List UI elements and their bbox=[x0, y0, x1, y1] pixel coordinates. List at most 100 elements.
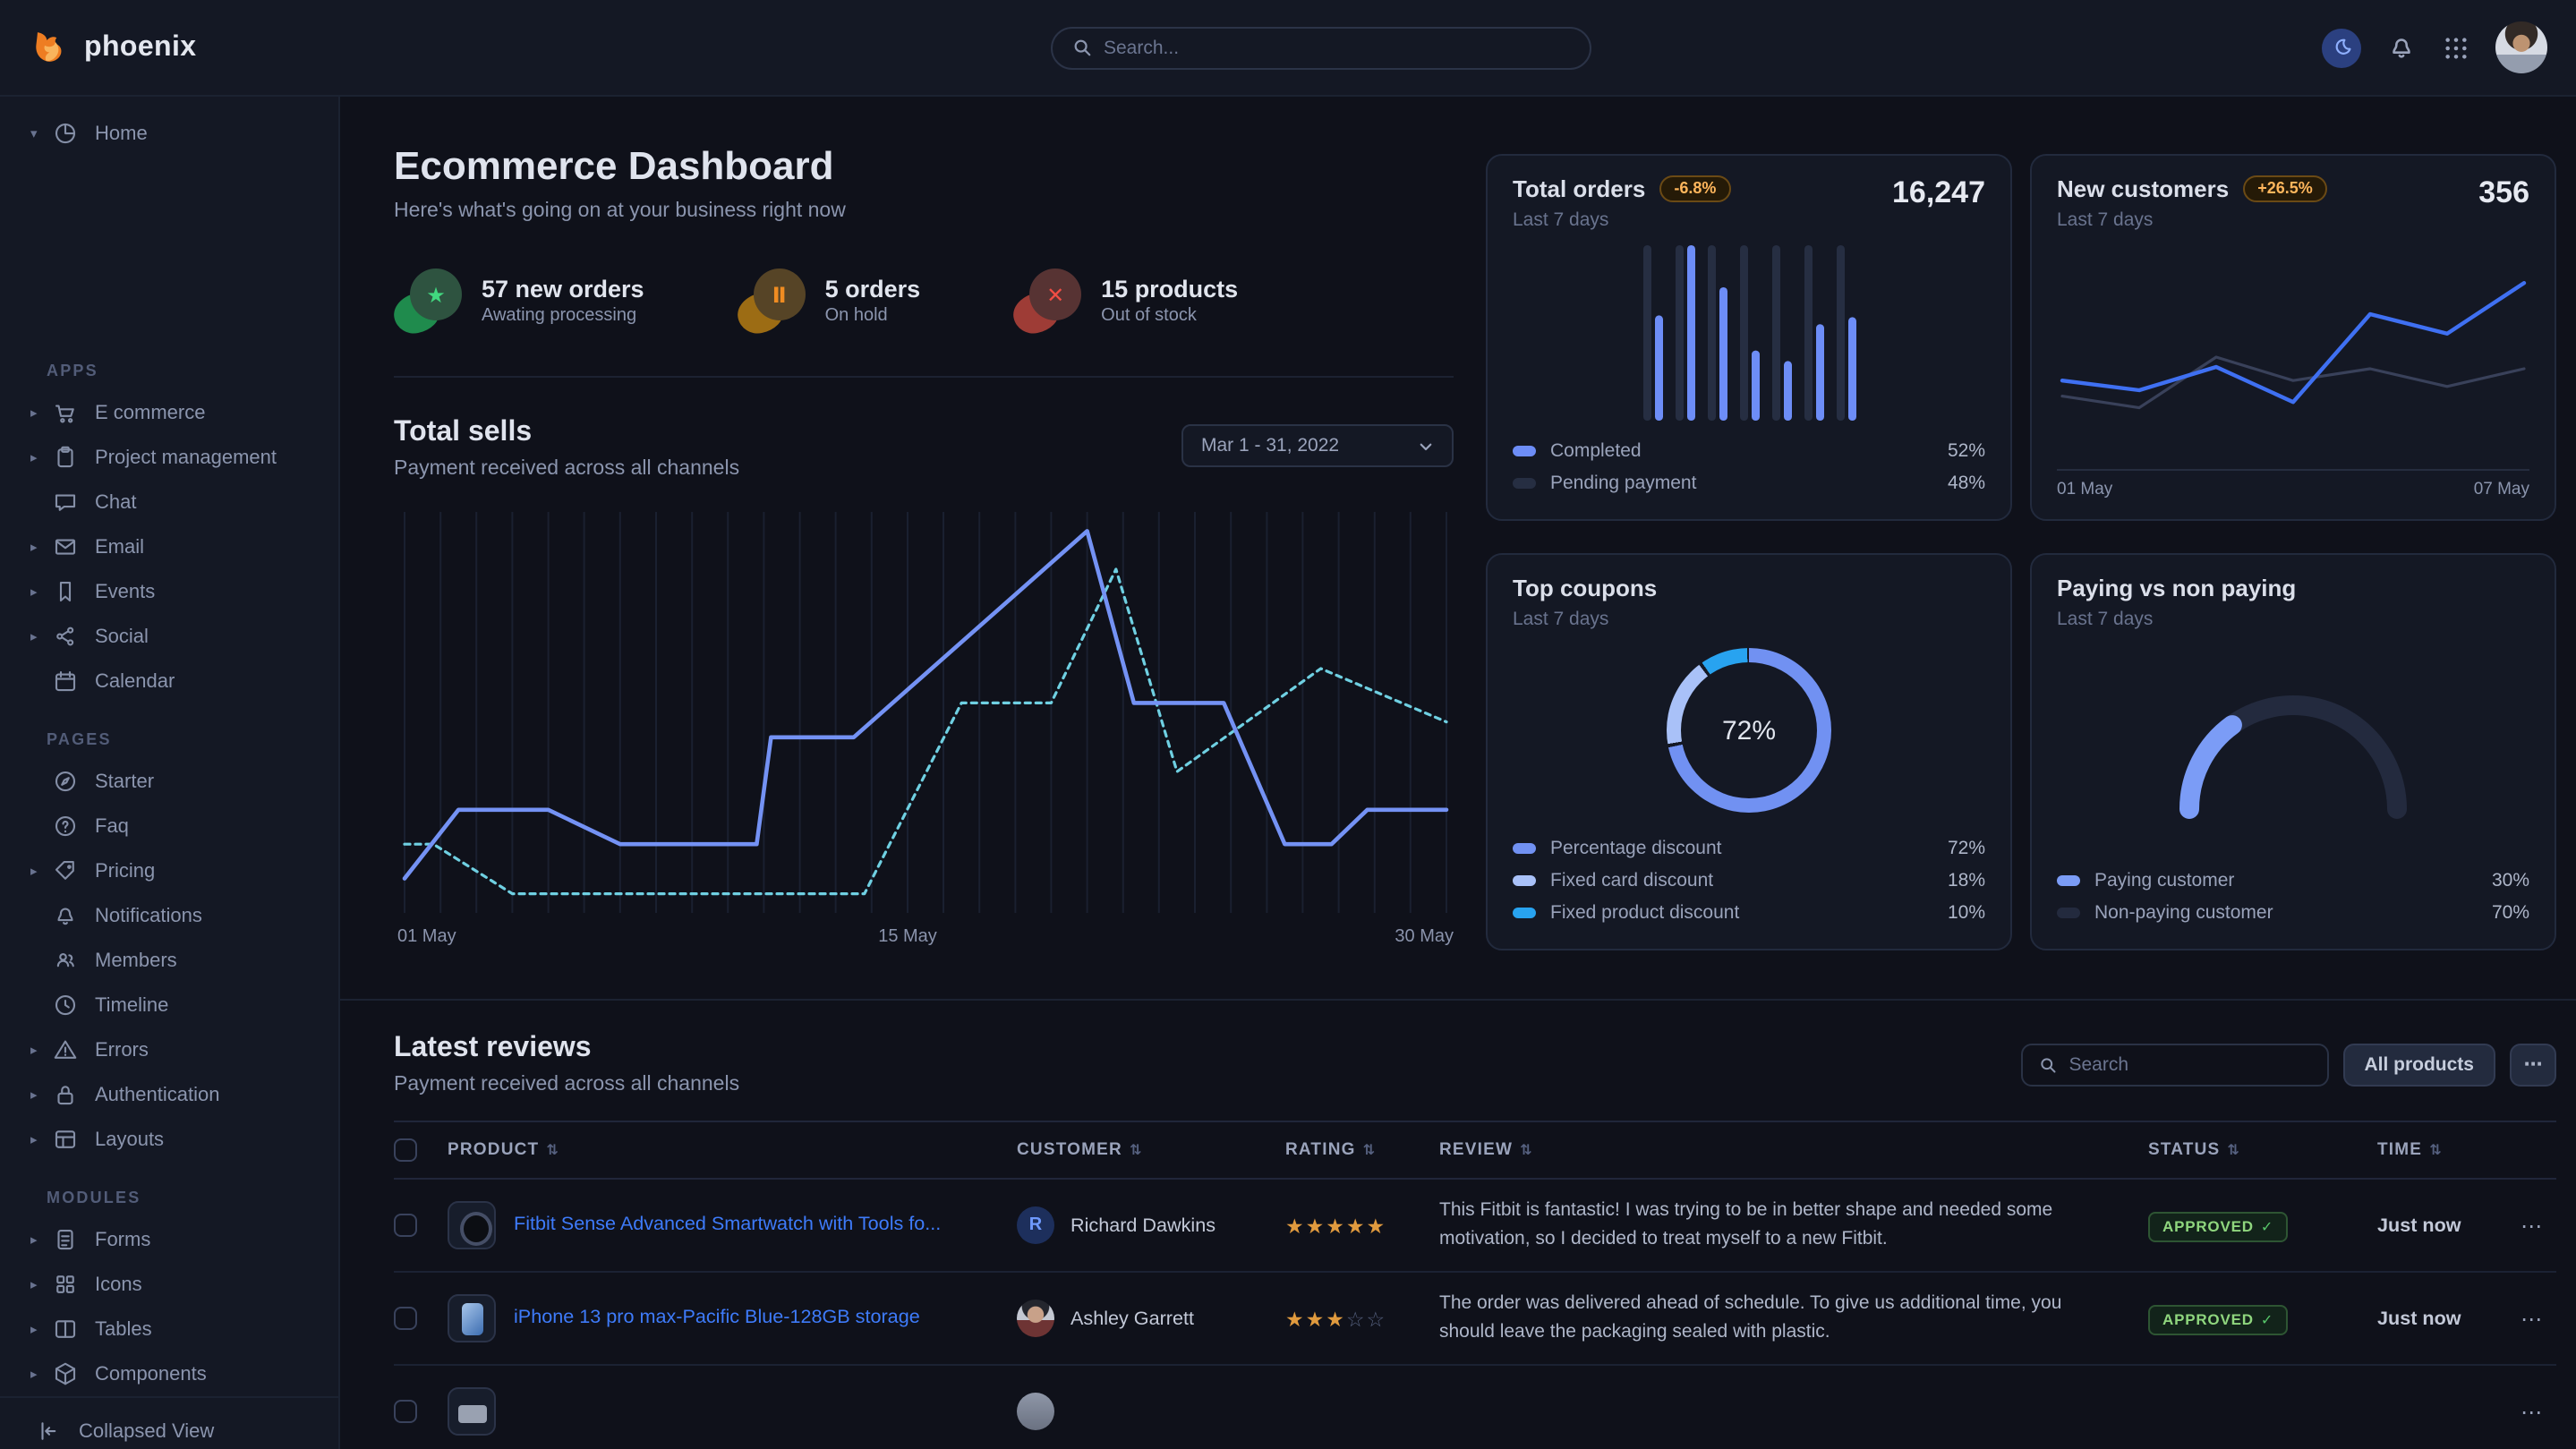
chevron-icon: ▸ bbox=[30, 1042, 52, 1058]
latest-reviews-section: Latest reviews Payment received across a… bbox=[340, 999, 2576, 1449]
reviews-search[interactable] bbox=[2020, 1044, 2328, 1087]
collapse-sidebar-button[interactable]: Collapsed View bbox=[0, 1396, 338, 1449]
review-text: The order was delivered ahead of schedul… bbox=[1439, 1291, 2148, 1347]
sidebar-subitem[interactable] bbox=[0, 290, 338, 335]
rating-stars: ★★★★★ bbox=[1285, 1209, 1439, 1241]
sidebar-item-label: Tables bbox=[95, 1318, 152, 1340]
sidebar-item-icon bbox=[52, 1126, 79, 1153]
sidebar-subitem[interactable] bbox=[0, 156, 338, 200]
sidebar-item-label: Calendar bbox=[95, 670, 175, 692]
row-more-button[interactable]: ⋯ bbox=[2506, 1306, 2556, 1331]
sidebar-item[interactable]: ▸ Forms bbox=[0, 1217, 338, 1262]
column-header[interactable]: RATING ⇅ bbox=[1285, 1140, 1439, 1160]
reviews-more-button[interactable]: ⋯ bbox=[2510, 1044, 2556, 1087]
legend-value: 10% bbox=[1948, 901, 1985, 923]
sidebar-item[interactable]: ▸ E commerce bbox=[0, 390, 338, 435]
card-period: Last 7 days bbox=[2057, 209, 2327, 231]
sidebar-item-label: Notifications bbox=[95, 905, 202, 926]
sort-icon: ⇅ bbox=[1130, 1142, 1143, 1158]
sidebar-item[interactable]: Starter bbox=[0, 759, 338, 804]
sidebar-item-label: Email bbox=[95, 536, 144, 558]
legend-value: 30% bbox=[2492, 869, 2529, 891]
sidebar-item[interactable]: Timeline bbox=[0, 983, 338, 1027]
collapse-icon bbox=[36, 1418, 63, 1445]
sidebar-item[interactable]: ▸ Project management bbox=[0, 435, 338, 480]
sidebar-item[interactable]: ▸ Components bbox=[0, 1351, 338, 1396]
product-link[interactable]: iPhone 13 pro max-Pacific Blue-128GB sto… bbox=[514, 1305, 920, 1331]
svg-text:01 May: 01 May bbox=[397, 926, 456, 946]
sidebar-item-icon bbox=[52, 857, 79, 884]
column-header[interactable]: TIME ⇅ bbox=[2377, 1140, 2506, 1160]
star-icon: ★ bbox=[1367, 1216, 1387, 1238]
dashboard-left-column: Ecommerce Dashboard Here's what's going … bbox=[394, 118, 1454, 952]
sidebar-item[interactable]: ▸ Tables bbox=[0, 1307, 338, 1351]
all-products-button[interactable]: All products bbox=[2342, 1044, 2495, 1087]
star-icon: ★ bbox=[1306, 1216, 1326, 1238]
check-icon: ✓ bbox=[2261, 1219, 2273, 1235]
sidebar-item[interactable]: ▸ Icons bbox=[0, 1262, 338, 1307]
sort-icon: ⇅ bbox=[2429, 1142, 2443, 1158]
column-header[interactable]: REVIEW ⇅ bbox=[1439, 1140, 2148, 1160]
row-checkbox[interactable] bbox=[394, 1307, 417, 1330]
sidebar-item[interactable]: ▸ Layouts bbox=[0, 1117, 338, 1162]
column-header[interactable]: CUSTOMER ⇅ bbox=[1017, 1140, 1285, 1160]
user-avatar[interactable] bbox=[2495, 21, 2547, 73]
star-icon: ★ bbox=[1285, 1216, 1306, 1238]
legend-label: Paying customer bbox=[2094, 869, 2234, 891]
global-search[interactable] bbox=[1050, 26, 1591, 69]
notifications-button[interactable] bbox=[2386, 32, 2417, 63]
sidebar-item-icon bbox=[52, 533, 79, 560]
apps-grid-button[interactable] bbox=[2442, 33, 2470, 62]
sidebar-item[interactable]: ▸ Authentication bbox=[0, 1072, 338, 1117]
legend-row: Completed 52% bbox=[1513, 435, 1985, 467]
sidebar-item[interactable]: ▸ Events bbox=[0, 569, 338, 614]
sidebar-item[interactable]: Notifications bbox=[0, 893, 338, 938]
sidebar-item-label: Chat bbox=[95, 491, 137, 513]
product-link[interactable]: Fitbit Sense Advanced Smartwatch with To… bbox=[514, 1212, 941, 1238]
select-all-checkbox[interactable] bbox=[394, 1138, 417, 1162]
sidebar-item-icon bbox=[52, 399, 79, 426]
star-icon: ★ bbox=[1346, 1216, 1367, 1238]
sidebar-item[interactable]: ▸ Pricing bbox=[0, 848, 338, 893]
stat-icon: ✕ bbox=[1013, 268, 1081, 333]
dark-mode-toggle[interactable] bbox=[2322, 28, 2361, 67]
sidebar-subitem[interactable] bbox=[0, 200, 338, 245]
sidebar-item-icon bbox=[52, 1316, 79, 1342]
column-label: CUSTOMER bbox=[1017, 1140, 1122, 1160]
sidebar-item[interactable]: Calendar bbox=[0, 659, 338, 703]
chevron-icon: ▸ bbox=[30, 628, 52, 644]
row-more-button[interactable]: ⋯ bbox=[2506, 1213, 2556, 1238]
column-header[interactable]: PRODUCT ⇅ bbox=[448, 1140, 1017, 1160]
legend-row: Non-paying customer 70% bbox=[2057, 896, 2529, 928]
sidebar-item-icon bbox=[52, 120, 79, 147]
chevron-icon: ▸ bbox=[30, 405, 52, 421]
row-more-button[interactable]: ⋯ bbox=[2506, 1399, 2556, 1424]
sidebar-item[interactable]: Faq bbox=[0, 804, 338, 848]
sidebar-item-label: Icons bbox=[95, 1274, 142, 1295]
sidebar-item[interactable]: ▸ Errors bbox=[0, 1027, 338, 1072]
sidebar-item-group: Faq bbox=[0, 804, 338, 848]
sidebar-item-group: ▸ Layouts bbox=[0, 1117, 338, 1162]
sidebar-item[interactable]: Members bbox=[0, 938, 338, 983]
card-legend: Paying customer 30% Non-paying customer … bbox=[2057, 864, 2529, 928]
row-checkbox[interactable] bbox=[394, 1214, 417, 1237]
sidebar-item-group: ▸ Icons bbox=[0, 1262, 338, 1307]
reviews-search-input[interactable] bbox=[2068, 1054, 2310, 1076]
column-header[interactable]: STATUS ⇅ bbox=[2148, 1140, 2377, 1160]
date-range-select[interactable]: Mar 1 - 31, 2022 bbox=[1181, 424, 1454, 467]
sidebar-nav: ▾ Home APPS bbox=[0, 111, 338, 1396]
legend-label: Fixed card discount bbox=[1550, 869, 1713, 891]
chart-x-axis: 01 May 07 May bbox=[2057, 469, 2529, 499]
sidebar-item[interactable]: ▾ Home bbox=[0, 111, 338, 156]
sidebar-subitem[interactable] bbox=[0, 245, 338, 290]
sidebar-item[interactable]: Chat bbox=[0, 480, 338, 524]
sidebar-item[interactable]: ▸ Email bbox=[0, 524, 338, 569]
row-checkbox[interactable] bbox=[394, 1400, 417, 1423]
brand-logo[interactable]: phoenix bbox=[29, 27, 340, 68]
sidebar-item-group: Notifications bbox=[0, 893, 338, 938]
sort-icon: ⇅ bbox=[546, 1142, 559, 1158]
review-time: Just now bbox=[2377, 1308, 2506, 1329]
global-search-input[interactable] bbox=[1104, 37, 1569, 58]
sidebar-item[interactable]: ▸ Social bbox=[0, 614, 338, 659]
check-icon: ✓ bbox=[2261, 1312, 2273, 1328]
